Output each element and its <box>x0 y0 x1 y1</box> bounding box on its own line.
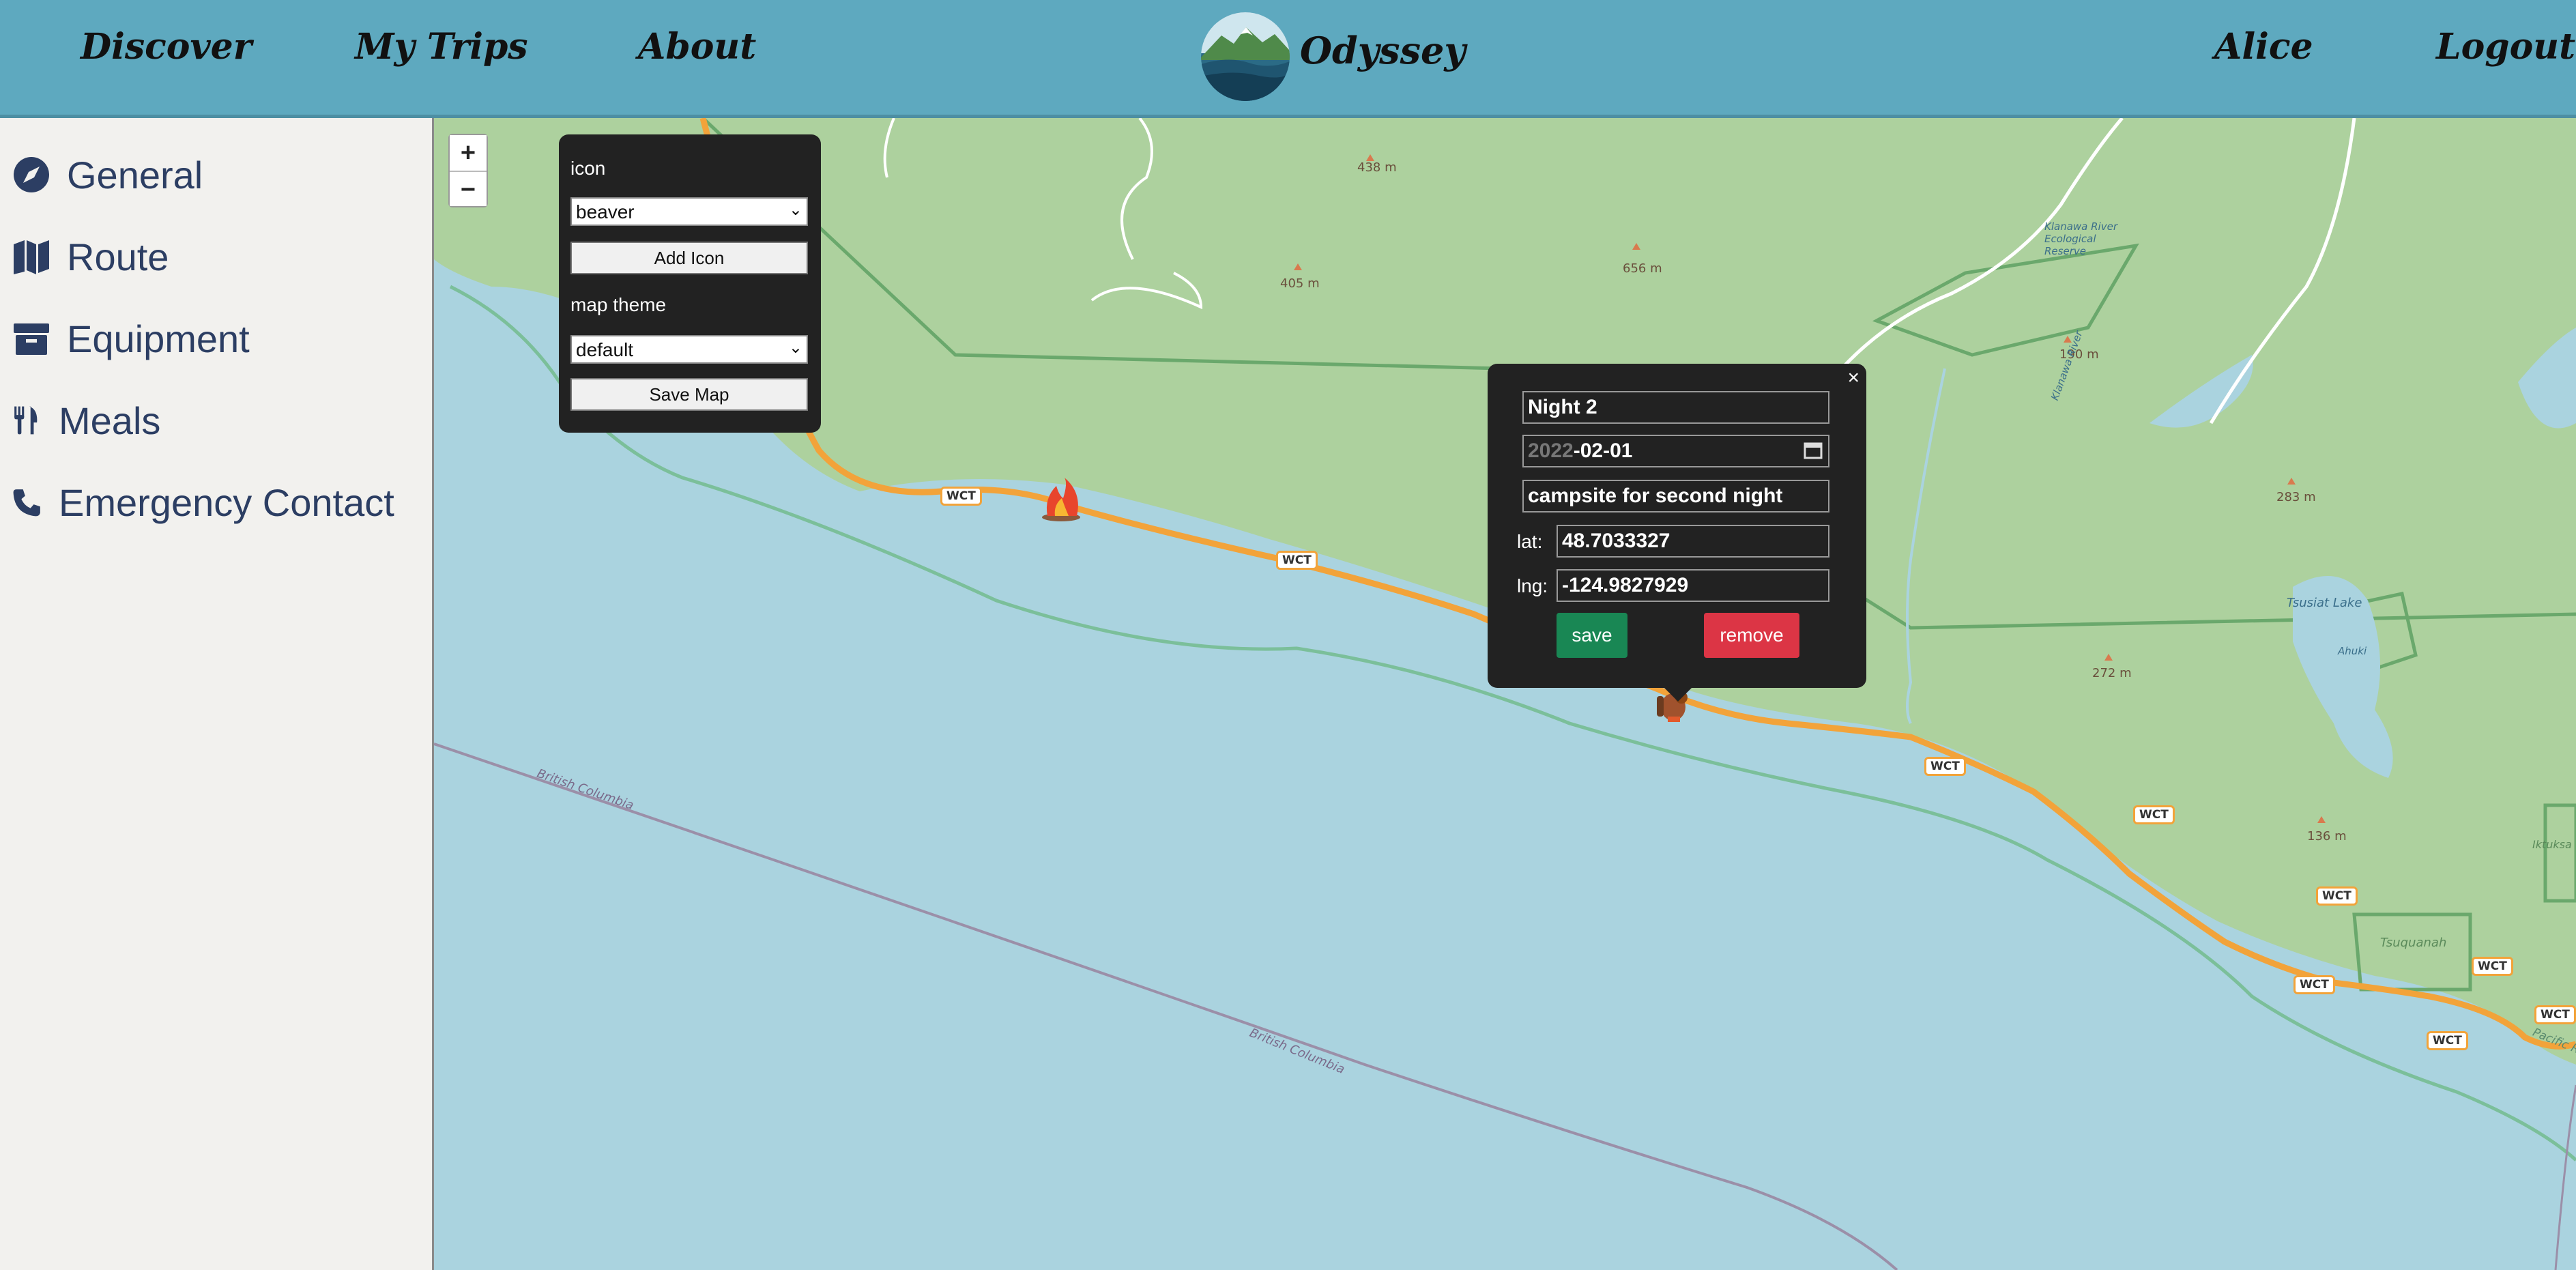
sidebar-item-emergency-contact[interactable]: Emergency Contact <box>12 472 394 533</box>
icon-select[interactable]: beaver ⌄ <box>570 197 808 226</box>
icon-select-value: beaver <box>576 201 635 222</box>
nav-logout[interactable]: Logout <box>2436 26 2575 68</box>
chevron-down-icon: ⌄ <box>788 338 802 357</box>
trail-badge: WCT <box>1924 757 1966 776</box>
nav-about[interactable]: About <box>638 26 756 68</box>
sidebar-item-equipment[interactable]: Equipment <box>12 308 250 369</box>
map-theme-select[interactable]: default ⌄ <box>570 335 808 364</box>
trail-badge: WCT <box>940 487 982 506</box>
icon-label: icon <box>570 158 606 179</box>
sidebar-item-label: Meals <box>59 399 161 442</box>
remove-button[interactable]: remove <box>1704 613 1799 658</box>
add-icon-button[interactable]: Add Icon <box>570 242 808 274</box>
peak-label: 283 m <box>2276 490 2316 504</box>
sidebar-item-label: Equipment <box>67 317 250 360</box>
sidebar-item-label: Emergency Contact <box>59 480 394 524</box>
marker-popup: × Night 2 2022-02-01 campsite for second… <box>1488 364 1866 688</box>
brand-name[interactable]: Odyssey <box>1300 29 1466 72</box>
trail-badge: WCT <box>2293 975 2335 994</box>
sidebar-item-label: General <box>67 153 203 197</box>
zoom-in-button[interactable]: + <box>450 135 487 171</box>
calendar-icon[interactable] <box>1804 440 1823 465</box>
lat-input[interactable]: 48.7033327 <box>1557 525 1829 558</box>
top-navbar: Discover My Trips About Odyssey Alice Lo… <box>0 0 2576 118</box>
zoom-out-button[interactable]: − <box>450 171 487 206</box>
sidebar: General Route Equipment Meals Emergency … <box>0 118 434 1270</box>
save-button[interactable]: save <box>1557 613 1627 658</box>
nav-user[interactable]: Alice <box>2214 26 2313 68</box>
lng-label: lng: <box>1517 575 1548 596</box>
marker-date-input[interactable]: 2022-02-01 <box>1522 435 1829 467</box>
peak-label: 136 m <box>2307 829 2347 843</box>
nav-my-trips[interactable]: My Trips <box>355 26 528 68</box>
trail-badge: WCT <box>2133 805 2175 824</box>
sidebar-item-meals[interactable]: Meals <box>12 390 160 451</box>
zoom-control: + − <box>448 134 488 207</box>
trail-badge: WCT <box>2472 957 2513 976</box>
popup-tip <box>1663 687 1693 702</box>
peak-label: 405 m <box>1280 276 1320 291</box>
sidebar-item-label: Route <box>67 235 169 278</box>
trail-badge: WCT <box>2427 1031 2468 1050</box>
utensils-icon <box>14 406 38 435</box>
trail-badge: WCT <box>2316 886 2358 906</box>
trail-badge: WCT <box>1276 551 1318 570</box>
peak-label: 656 m <box>1623 261 1662 276</box>
close-icon[interactable]: × <box>1847 366 1859 390</box>
marker-title-input[interactable]: Night 2 <box>1522 391 1829 424</box>
phone-icon <box>13 489 40 517</box>
map-icon <box>14 240 49 274</box>
save-map-button[interactable]: Save Map <box>570 378 808 411</box>
area-label: Tsuquanah <box>2380 936 2447 950</box>
archive-icon <box>14 323 49 355</box>
map-theme-label: map theme <box>570 294 667 315</box>
odyssey-logo[interactable] <box>1201 12 1290 101</box>
lng-input[interactable]: -124.9827929 <box>1557 569 1829 602</box>
marker-description-input[interactable]: campsite for second night <box>1522 480 1829 513</box>
chevron-down-icon: ⌄ <box>788 201 802 219</box>
lake-label: Tsusiat Lake <box>2287 596 2362 610</box>
area-label: Iktuksa <box>2532 838 2572 851</box>
peak-label: 272 m <box>2092 666 2132 680</box>
trail-badge: WCT <box>2534 1005 2576 1024</box>
nav-discover[interactable]: Discover <box>81 26 252 68</box>
compass-icon <box>14 157 49 192</box>
peak-label: 438 m <box>1357 160 1397 175</box>
lat-label: lat: <box>1517 531 1543 552</box>
reserve-label: Klanawa River Ecological Reserve <box>2044 220 2117 257</box>
date-rest: -02-01 <box>1573 439 1633 462</box>
lake-label: Ahuki <box>2338 645 2367 657</box>
sidebar-item-general[interactable]: General <box>12 144 203 205</box>
map-theme-value: default <box>576 339 634 360</box>
map-control-panel: icon beaver ⌄ Add Icon map theme default… <box>559 134 821 433</box>
sidebar-item-route[interactable]: Route <box>12 226 169 287</box>
date-year: 2022 <box>1528 439 1574 462</box>
